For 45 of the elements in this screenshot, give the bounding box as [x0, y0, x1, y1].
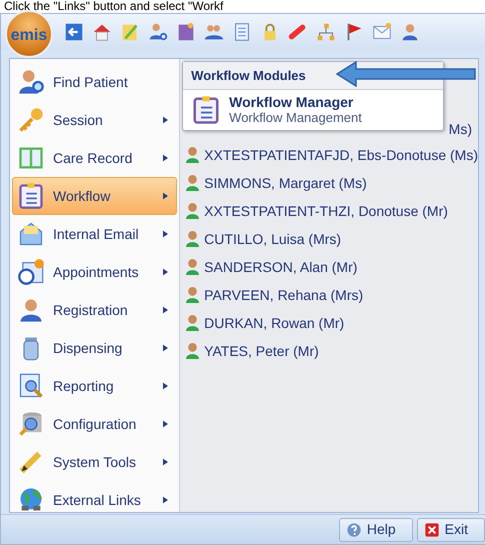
menu-item[interactable]: Workflow — [12, 177, 178, 215]
clipboard-icon — [17, 182, 45, 210]
submenu-title: Workflow Modules — [191, 68, 306, 83]
menu-item[interactable]: Appointments — [12, 253, 178, 291]
person-icon — [186, 259, 200, 275]
close-icon — [424, 522, 440, 538]
person-icon — [186, 147, 200, 163]
menu-item[interactable]: Internal Email — [12, 215, 178, 253]
instruction-text: Click the "Links" button and select "Workf — [3, 0, 224, 13]
clipboard-icon — [191, 95, 222, 125]
menu-item[interactable]: Configuration — [12, 405, 178, 443]
menu-item[interactable]: Reporting — [12, 367, 178, 405]
menu-item[interactable]: System Tools — [12, 443, 178, 481]
user-search-icon — [17, 68, 45, 96]
person-icon — [186, 287, 200, 303]
person-icon — [186, 231, 200, 247]
patient-item[interactable]: PARVEEN, Rehana (Mrs) — [180, 281, 478, 309]
patient-item[interactable]: XXTESTPATIENT-THZI, Donotuse (Mr) — [180, 197, 478, 225]
exit-button[interactable]: Exit — [416, 518, 485, 542]
report-search-icon — [17, 372, 45, 400]
patient-item[interactable]: YATES, Peter (Mr) — [180, 337, 478, 365]
person-icon — [186, 175, 200, 191]
person-icon — [186, 315, 200, 331]
envelope-icon — [17, 220, 45, 248]
key-icon — [17, 106, 45, 134]
patient-item[interactable]: XXTESTPATIENTAFJD, Ebs-Donotuse (Ms) — [180, 141, 478, 169]
user-search-icon[interactable] — [147, 21, 169, 43]
person-icon — [186, 343, 200, 359]
menu-item[interactable]: Dispensing — [12, 329, 178, 367]
calendar-clock-icon — [17, 258, 45, 286]
menu-item[interactable]: Care Record — [12, 139, 178, 177]
patient-item[interactable]: SANDERSON, Alan (Mr) — [180, 253, 478, 281]
submenu-item[interactable]: Workflow Manager Workflow Management — [183, 90, 444, 130]
menu-item[interactable]: External Links — [12, 481, 178, 519]
person-icon — [186, 203, 200, 219]
help-button[interactable]: Help — [338, 518, 413, 542]
patient-item[interactable]: DURKAN, Rowan (Mr) — [180, 309, 478, 337]
patient-item[interactable]: CUTILLO, Luisa (Mrs) — [180, 225, 478, 253]
patient-item[interactable]: SIMMONS, Margaret (Ms) — [180, 169, 478, 197]
menu-item[interactable]: Find Patient — [12, 63, 178, 101]
patient-item[interactable]: Ms) — [448, 118, 472, 140]
menu-item[interactable]: Session — [12, 101, 178, 139]
hierarchy-icon[interactable] — [315, 21, 337, 43]
menu-item[interactable]: Registration — [12, 291, 178, 329]
help-icon — [346, 522, 362, 538]
